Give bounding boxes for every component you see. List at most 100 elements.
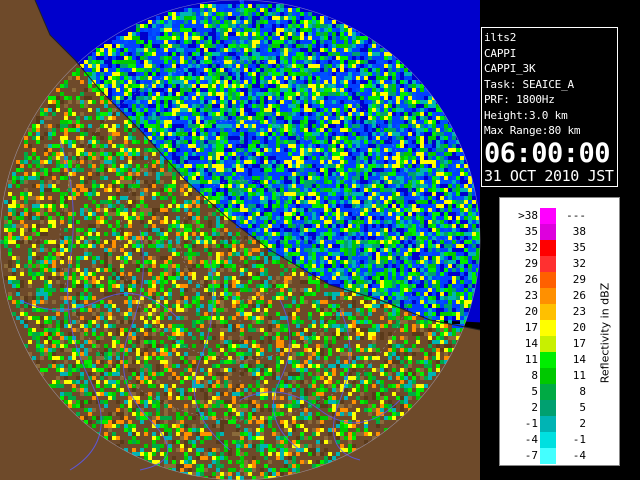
echo-cell xyxy=(440,136,444,140)
echo-cell xyxy=(356,84,360,88)
echo-cell xyxy=(188,12,192,16)
echo-cell xyxy=(272,140,276,144)
echo-cell xyxy=(104,156,108,160)
echo-cell xyxy=(256,212,260,216)
echo-cell xyxy=(228,192,232,196)
echo-cell xyxy=(332,232,336,236)
echo-cell xyxy=(212,244,216,248)
echo-cell xyxy=(28,176,32,180)
echo-cell xyxy=(100,176,104,180)
echo-cell xyxy=(92,88,96,92)
echo-cell xyxy=(328,192,332,196)
echo-cell xyxy=(132,36,136,40)
echo-cell xyxy=(296,168,300,172)
echo-cell xyxy=(20,240,24,244)
echo-cell xyxy=(408,164,412,168)
echo-cell xyxy=(48,132,52,136)
echo-cell xyxy=(336,268,340,272)
echo-cell xyxy=(420,148,424,152)
echo-cell xyxy=(304,148,308,152)
echo-cell xyxy=(120,256,124,260)
echo-cell xyxy=(280,104,284,108)
echo-cell xyxy=(472,200,476,204)
echo-cell xyxy=(40,204,44,208)
echo-cell xyxy=(448,236,452,240)
echo-cell xyxy=(464,188,468,192)
echo-cell xyxy=(136,96,140,100)
echo-cell xyxy=(412,248,416,252)
echo-cell xyxy=(408,96,412,100)
echo-cell xyxy=(140,72,144,76)
echo-cell xyxy=(308,204,312,208)
echo-cell xyxy=(212,152,216,156)
echo-cell xyxy=(284,196,288,200)
echo-cell xyxy=(280,216,284,220)
echo-cell xyxy=(324,220,328,224)
echo-cell xyxy=(164,264,168,268)
echo-cell xyxy=(352,264,356,268)
echo-cell xyxy=(160,124,164,128)
echo-cell xyxy=(200,180,204,184)
echo-cell xyxy=(300,160,304,164)
echo-cell xyxy=(320,228,324,232)
echo-cell xyxy=(124,252,128,256)
echo-cell xyxy=(340,228,344,232)
echo-cell xyxy=(404,152,408,156)
echo-cell xyxy=(332,180,336,184)
echo-cell xyxy=(308,84,312,88)
echo-cell xyxy=(276,112,280,116)
echo-cell xyxy=(272,76,276,80)
echo-cell xyxy=(88,72,92,76)
echo-cell xyxy=(212,116,216,120)
echo-cell xyxy=(68,164,72,168)
echo-cell xyxy=(144,224,148,228)
echo-cell xyxy=(52,184,56,188)
echo-cell xyxy=(236,76,240,80)
echo-cell xyxy=(224,8,228,12)
echo-cell xyxy=(52,268,56,272)
echo-cell xyxy=(284,40,288,44)
echo-cell xyxy=(332,204,336,208)
echo-cell xyxy=(220,64,224,68)
echo-cell xyxy=(320,140,324,144)
echo-cell xyxy=(252,68,256,72)
echo-cell xyxy=(152,240,156,244)
echo-cell xyxy=(388,196,392,200)
echo-cell xyxy=(384,148,388,152)
echo-cell xyxy=(368,52,372,56)
echo-cell xyxy=(340,48,344,52)
echo-cell xyxy=(116,236,120,240)
echo-cell xyxy=(132,84,136,88)
echo-cell xyxy=(376,160,380,164)
echo-cell xyxy=(236,192,240,196)
echo-cell xyxy=(64,208,68,212)
echo-cell xyxy=(284,152,288,156)
echo-cell xyxy=(272,224,276,228)
echo-cell xyxy=(108,168,112,172)
echo-cell xyxy=(300,204,304,208)
echo-cell xyxy=(260,36,264,40)
echo-cell xyxy=(104,52,108,56)
echo-cell xyxy=(328,164,332,168)
echo-cell xyxy=(168,268,172,272)
echo-cell xyxy=(336,216,340,220)
echo-cell xyxy=(344,96,348,100)
echo-cell xyxy=(360,168,364,172)
echo-cell xyxy=(332,116,336,120)
echo-cell xyxy=(140,212,144,216)
echo-cell xyxy=(372,88,376,92)
echo-cell xyxy=(208,96,212,100)
echo-cell xyxy=(308,72,312,76)
echo-cell xyxy=(296,156,300,160)
echo-cell xyxy=(380,188,384,192)
echo-cell xyxy=(160,144,164,148)
echo-cell xyxy=(232,128,236,132)
echo-cell xyxy=(216,160,220,164)
echo-cell xyxy=(280,204,284,208)
echo-cell xyxy=(200,136,204,140)
echo-cell xyxy=(364,164,368,168)
echo-cell xyxy=(176,24,180,28)
echo-cell xyxy=(184,208,188,212)
echo-cell xyxy=(184,112,188,116)
echo-cell xyxy=(192,152,196,156)
